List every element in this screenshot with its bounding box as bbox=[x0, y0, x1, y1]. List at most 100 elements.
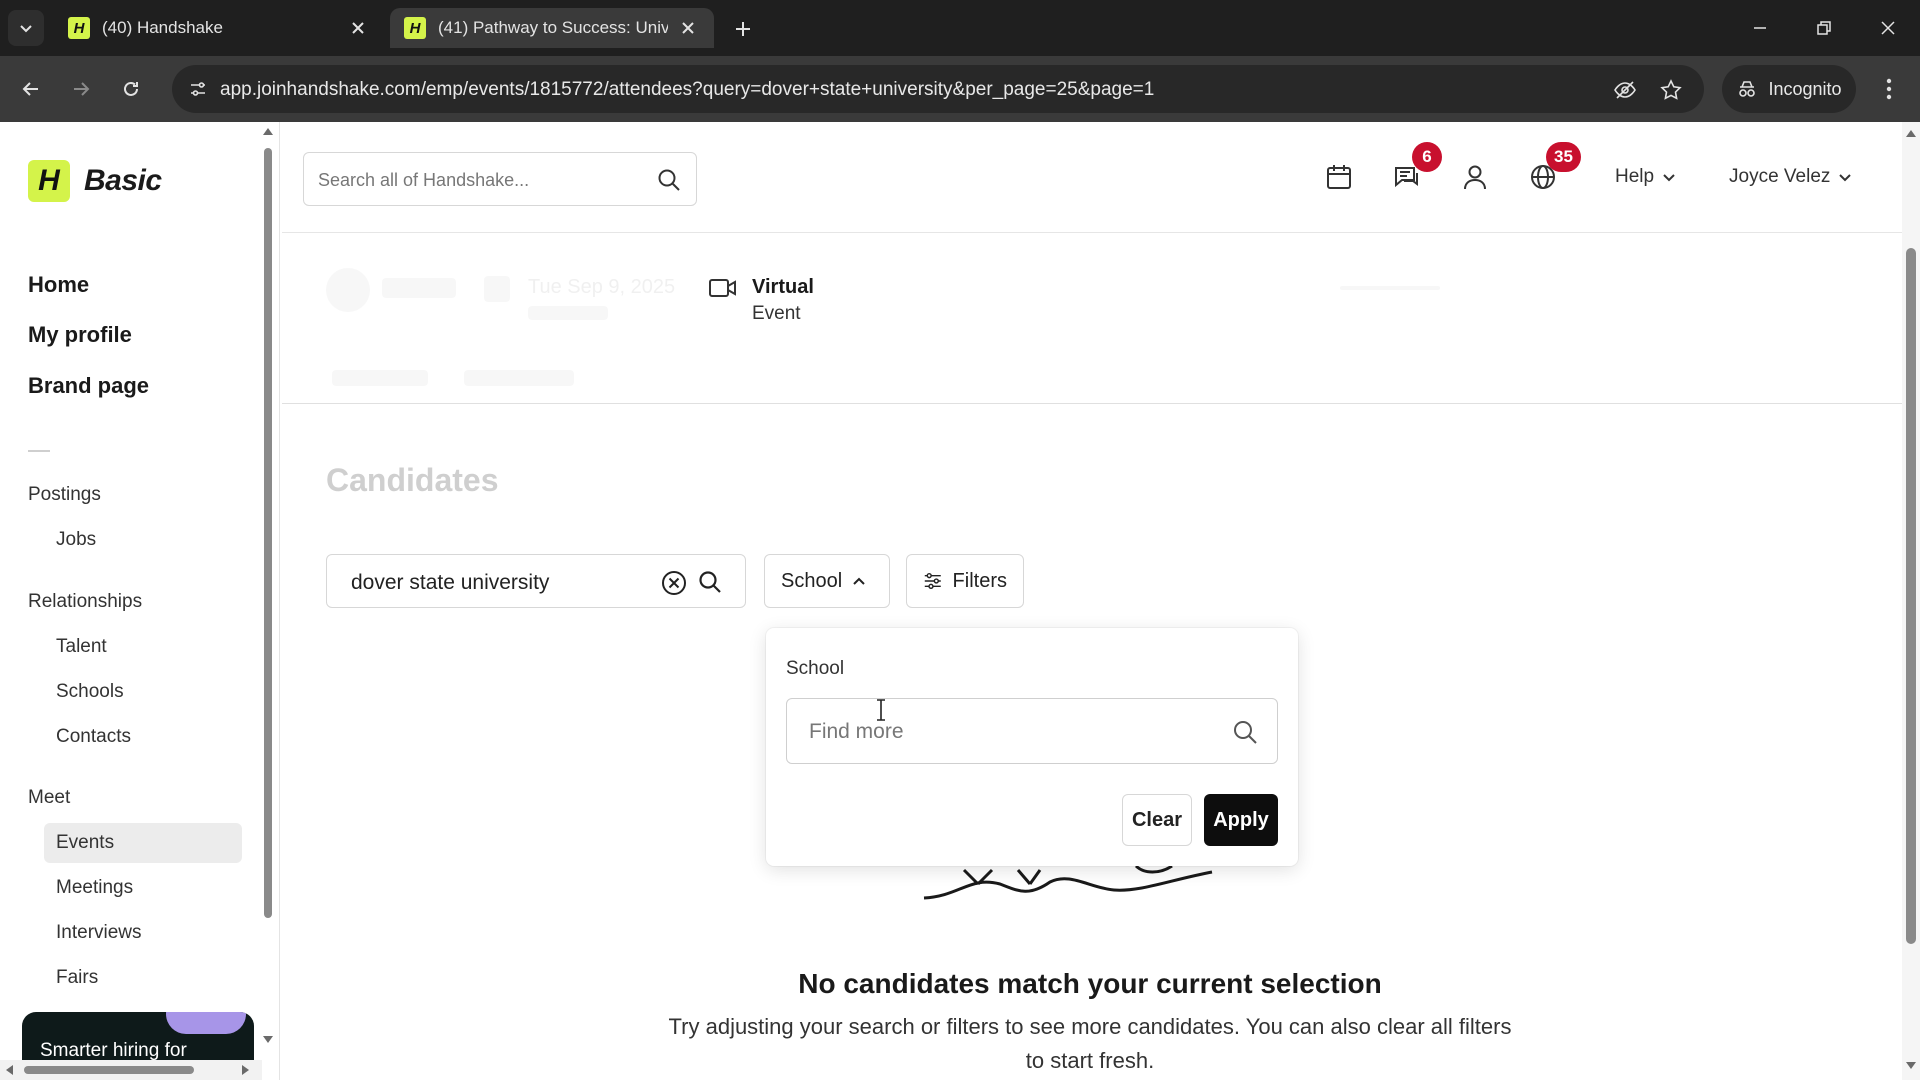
clear-search-icon[interactable] bbox=[661, 570, 687, 596]
user-name: Joyce Velez bbox=[1729, 166, 1831, 187]
browser-tab-pathway[interactable]: H (41) Pathway to Success: Univer bbox=[390, 8, 714, 48]
notifications-badge: 35 bbox=[1546, 142, 1581, 172]
school-find-input[interactable] bbox=[809, 717, 1209, 747]
school-find-field[interactable] bbox=[786, 698, 1278, 764]
header-divider bbox=[282, 232, 1902, 233]
empty-state-illustration bbox=[923, 866, 1213, 900]
sidebar-group-relationships: Relationships bbox=[28, 591, 143, 612]
sidebar-group-meet: Meet bbox=[28, 787, 71, 808]
sidebar: H Basic Home My profile Brand page Posti… bbox=[0, 122, 280, 1080]
location-subtext: Event bbox=[752, 303, 801, 324]
event-time-placeholder bbox=[528, 306, 608, 320]
calendar-icon bbox=[484, 276, 510, 302]
empty-state-body: Try adjusting your search or filters to … bbox=[668, 1014, 1512, 1073]
search-icon[interactable] bbox=[656, 167, 682, 193]
global-search[interactable] bbox=[303, 152, 697, 206]
content-divider bbox=[282, 403, 1902, 404]
scrollbar-thumb[interactable] bbox=[264, 148, 272, 918]
calendar-button[interactable] bbox=[1322, 160, 1356, 194]
back-button[interactable] bbox=[14, 72, 48, 106]
tab-placeholder bbox=[332, 370, 428, 386]
eye-off-icon[interactable] bbox=[1612, 77, 1638, 103]
faded-divider bbox=[1340, 286, 1440, 290]
new-tab-button[interactable] bbox=[728, 14, 758, 44]
help-menu[interactable]: Help bbox=[1615, 166, 1676, 188]
sidebar-horizontal-scrollbar[interactable] bbox=[0, 1060, 262, 1080]
incognito-indicator[interactable]: Incognito bbox=[1722, 65, 1856, 113]
restore-button[interactable] bbox=[1804, 12, 1844, 44]
main-scrollbar[interactable] bbox=[1902, 122, 1920, 1080]
user-menu[interactable]: Joyce Velez bbox=[1729, 166, 1852, 188]
search-icon[interactable] bbox=[1231, 718, 1259, 746]
scroll-down-icon[interactable] bbox=[263, 1036, 273, 1043]
reload-button[interactable] bbox=[114, 72, 148, 106]
sidebar-item-brand-page[interactable]: Brand page bbox=[28, 373, 149, 399]
handshake-favicon-icon: H bbox=[404, 17, 426, 39]
sliders-icon bbox=[924, 573, 941, 589]
handshake-favicon-icon: H bbox=[68, 17, 90, 39]
search-icon[interactable] bbox=[697, 569, 723, 595]
school-filter-label: School bbox=[786, 658, 845, 679]
scroll-up-icon[interactable] bbox=[1906, 130, 1916, 137]
sidebar-item-schools[interactable]: Schools bbox=[56, 681, 124, 703]
scrollbar-thumb[interactable] bbox=[1906, 248, 1916, 944]
clear-button[interactable]: Clear bbox=[1122, 794, 1192, 846]
school-chip-label: School bbox=[781, 569, 843, 592]
close-window-button[interactable] bbox=[1868, 12, 1908, 44]
candidates-title: Candidates bbox=[326, 462, 499, 498]
tab-title: (41) Pathway to Success: Univer bbox=[438, 18, 668, 37]
sidebar-item-fairs[interactable]: Fairs bbox=[56, 967, 98, 989]
reload-icon bbox=[124, 81, 138, 96]
apply-button[interactable]: Apply bbox=[1204, 794, 1278, 846]
chevron-up-icon bbox=[853, 577, 865, 585]
handshake-logo-icon: H bbox=[28, 160, 70, 202]
address-bar[interactable]: app.joinhandshake.com/emp/events/1815772… bbox=[172, 65, 1704, 113]
tab-title: (40) Handshake bbox=[102, 18, 223, 37]
sidebar-item-my-profile[interactable]: My profile bbox=[28, 322, 132, 348]
handshake-logo[interactable]: H Basic bbox=[28, 160, 162, 202]
scrollbar-thumb[interactable] bbox=[24, 1066, 194, 1074]
sidebar-item-meetings[interactable]: Meetings bbox=[56, 877, 133, 899]
restore-icon bbox=[1817, 21, 1831, 35]
star-icon[interactable] bbox=[1658, 77, 1684, 103]
forward-button[interactable] bbox=[64, 72, 98, 106]
sidebar-item-contacts[interactable]: Contacts bbox=[56, 726, 131, 748]
scroll-left-icon[interactable] bbox=[6, 1065, 13, 1075]
site-settings-icon[interactable] bbox=[182, 73, 214, 105]
promo-decoration bbox=[166, 1012, 246, 1034]
scroll-right-icon[interactable] bbox=[242, 1065, 249, 1075]
global-search-input[interactable] bbox=[318, 165, 638, 195]
tab-placeholder bbox=[464, 370, 574, 386]
location-type: Virtual bbox=[752, 276, 814, 298]
empty-state-title: No candidates match your current selecti… bbox=[798, 968, 1382, 999]
candidate-search[interactable]: dover state university bbox=[326, 554, 746, 608]
sidebar-item-talent[interactable]: Talent bbox=[56, 636, 107, 658]
url-text[interactable]: app.joinhandshake.com/emp/events/1815772… bbox=[220, 79, 1154, 101]
chevron-down-icon bbox=[1663, 174, 1675, 182]
close-tab-icon[interactable] bbox=[346, 16, 370, 40]
profile-button[interactable] bbox=[1458, 160, 1492, 194]
school-filter-popover: School Clear Apply bbox=[766, 628, 1298, 866]
close-tab-icon[interactable] bbox=[676, 16, 700, 40]
calendar-icon bbox=[1327, 165, 1351, 189]
more-vertical-icon bbox=[1886, 78, 1892, 100]
minimize-button[interactable] bbox=[1740, 12, 1780, 44]
sidebar-item-home[interactable]: Home bbox=[28, 272, 89, 298]
filters-chip-label: Filters bbox=[952, 569, 1007, 592]
scroll-down-icon[interactable] bbox=[1906, 1062, 1916, 1069]
browser-tab-bar: H (40) Handshake H (41) Pathway to Succe… bbox=[0, 0, 1920, 56]
chevron-down-icon bbox=[1839, 174, 1852, 182]
event-organizer-placeholder bbox=[382, 278, 456, 298]
sidebar-item-events[interactable]: Events bbox=[56, 832, 114, 854]
tab-search-button[interactable] bbox=[8, 10, 44, 46]
sidebar-scrollbar[interactable] bbox=[262, 122, 274, 1043]
scroll-up-icon[interactable] bbox=[263, 128, 273, 135]
sidebar-item-jobs[interactable]: Jobs bbox=[56, 529, 96, 551]
sidebar-item-interviews[interactable]: Interviews bbox=[56, 922, 142, 944]
school-filter-chip[interactable]: School bbox=[764, 554, 890, 608]
arrow-right-icon bbox=[74, 82, 90, 96]
browser-menu-button[interactable] bbox=[1874, 74, 1904, 104]
candidate-search-value[interactable]: dover state university bbox=[351, 571, 549, 595]
filters-chip[interactable]: Filters bbox=[906, 554, 1024, 608]
browser-tab-handshake[interactable]: H (40) Handshake bbox=[54, 8, 384, 48]
